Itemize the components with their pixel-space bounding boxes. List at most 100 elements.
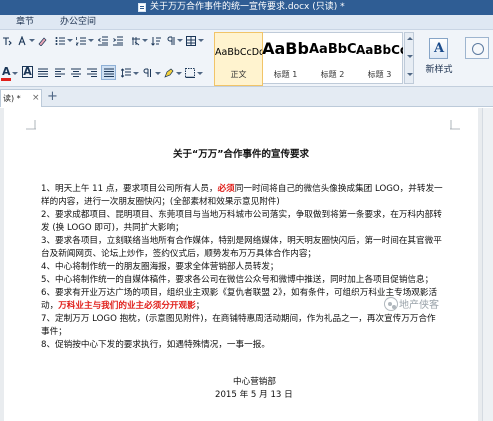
style-gallery: AaBbCcDd 正文 AaBb 标题 1 AaBbC 标题 2 AaBbCc …: [214, 32, 403, 86]
chinese-layout-dropdown-icon[interactable]: [142, 38, 148, 43]
document-page[interactable]: 关于“万万”合作事件的宣传要求 1、明天上午 11 点，要求项目公司所有人员，必…: [4, 108, 478, 421]
line-text: 样的内容，进行一次朋友圈快闪；(全部素材和效果示意见附件): [41, 197, 280, 207]
gallery-expand-icon[interactable]: [407, 73, 413, 76]
document-line: 6、要求有开业万达广场的项目，组织业主观影《复仇者联盟 2》，如有条件，可组织万…: [41, 287, 437, 299]
document-line: 动，万科业主与我们的业主必须分开观影；: [41, 300, 204, 312]
text-direction-icon[interactable]: [2, 36, 12, 46]
align-justify-icon[interactable]: [38, 68, 48, 78]
line-text: 8、促销按中心下发的要求执行，如遇特殊情况，一事一报。: [41, 340, 270, 350]
ribbon-toolbar: A A AaBbCcDd 正文 AaBb 标题 1 AaBbC 标题 2 AaB…: [0, 30, 493, 87]
numbered-list-icon[interactable]: [76, 36, 86, 46]
show-marks-dropdown-icon[interactable]: [177, 38, 183, 43]
new-style-icon: [429, 38, 448, 59]
style-heading-3-sample: AaBbCc: [356, 43, 403, 57]
font-color-dropdown-icon[interactable]: [12, 71, 18, 76]
style-heading-3-name: 标题 3: [367, 70, 392, 79]
border-icon[interactable]: [185, 68, 195, 78]
new-style-label: 新样式: [425, 65, 453, 75]
align-right-icon[interactable]: [87, 68, 97, 78]
line-text: 3、要求各项目，立刻联络当地所有合作媒体，特别是网络媒体，明天明友圈快闪后，第一…: [41, 236, 442, 246]
document-tab-label: 读) *: [3, 94, 21, 103]
tab-chapter[interactable]: 章节: [16, 16, 34, 29]
new-tab-button[interactable]: +: [47, 90, 58, 104]
line-text: 2、要求成都项目、昆明项目、东莞项目与当地万科城市公司落实，争取做到将第一条要求…: [41, 210, 442, 220]
style-heading-3[interactable]: AaBbCc 标题 3: [356, 33, 403, 85]
align-center-icon[interactable]: [71, 68, 81, 78]
vertical-scrollbar[interactable]: [482, 108, 493, 421]
change-case-icon[interactable]: [18, 36, 28, 46]
align-left-icon[interactable]: [55, 68, 65, 78]
line-text: 台及新闻网页、论坛上炒作，签约仪式后，顺势发布万万具体合作内容；: [41, 249, 317, 259]
scroll-down-icon[interactable]: [407, 55, 413, 58]
bullet-list-dropdown-icon[interactable]: [67, 38, 73, 43]
document-line: 5、中心将制作统一的自媒体稿件，要求各公司在微信公众号和微博中推送，同时加上各项…: [41, 274, 433, 286]
line-text: 事件；: [41, 327, 67, 337]
window-title: 关于万万合作事件的统一宣传要求.docx (只读) *: [150, 2, 345, 12]
new-style-button[interactable]: 新样式: [419, 38, 457, 84]
scroll-up-icon[interactable]: [407, 37, 413, 40]
paragraph-dropdown-icon[interactable]: [155, 71, 161, 76]
highlight-dropdown-icon[interactable]: [176, 71, 182, 76]
style-heading-1-sample: AaBb: [262, 39, 309, 58]
line-spacing-dropdown-icon[interactable]: [133, 71, 139, 76]
document-line: 8、促销按中心下发的要求执行，如遇特殊情况，一事一报。: [41, 339, 270, 351]
watermark-text: 地产侠客: [399, 300, 439, 311]
line-text: 4、中心将制作统一的朋友圈海报，要求全体营销部人员转发；: [41, 262, 279, 272]
paragraph-icon[interactable]: [143, 68, 153, 78]
tab-office-space[interactable]: 办公空间: [60, 16, 96, 29]
chinese-layout-icon[interactable]: [131, 36, 141, 46]
character-border-button[interactable]: A: [22, 66, 33, 78]
document-title: 关于“万万”合作事件的宣传要求: [173, 149, 309, 160]
font-color-swatch: [1, 78, 11, 81]
document-line: 3、要求各项目，立刻联络当地所有合作媒体，特别是网络媒体，明天明友圈快闪后，第一…: [41, 235, 442, 247]
document-tab[interactable]: 读) * ×: [0, 89, 42, 107]
line-text: 6、要求有开业万达广场的项目，组织业主观影《复仇者联盟 2》，如有条件，可组织万…: [41, 288, 438, 298]
close-tab-icon[interactable]: ×: [32, 93, 40, 104]
emphasis-text: 必须: [217, 184, 235, 194]
document-icon: [138, 3, 146, 12]
font-color-letter: A: [2, 65, 11, 78]
line-text: 同一时间将自己的微信头像换成集团 LOGO，并转发一: [234, 184, 443, 194]
style-normal[interactable]: AaBbCcDd 正文: [214, 32, 263, 86]
table-icon[interactable]: [186, 36, 196, 46]
bullet-list-icon[interactable]: [55, 36, 65, 46]
document-tab-bar: 读) * × +: [0, 87, 493, 107]
increase-indent-icon[interactable]: [113, 36, 123, 46]
document-line: 发 (换 LOGO 即可)，共同扩大影响；: [41, 222, 184, 234]
style-normal-sample: AaBbCcDd: [215, 47, 262, 58]
style-heading-2-name: 标题 2: [320, 70, 345, 79]
document-line: 2、要求成都项目、昆明项目、东莞项目与当地万科城市公司落实，争取做到将第一条要求…: [41, 209, 442, 221]
style-heading-2[interactable]: AaBbC 标题 2: [309, 33, 356, 85]
wechat-icon: [384, 297, 398, 311]
find-replace-icon[interactable]: [465, 37, 489, 59]
highlight-icon[interactable]: [164, 68, 174, 78]
document-body: 关于“万万”合作事件的宣传要求 1、明天上午 11 点，要求项目公司所有人员，必…: [4, 108, 478, 421]
change-case-dropdown-icon[interactable]: [29, 38, 35, 43]
table-dropdown-icon[interactable]: [198, 38, 204, 43]
document-canvas: 关于“万万”合作事件的宣传要求 1、明天上午 11 点，要求项目公司所有人员，必…: [0, 108, 493, 421]
sort-icon[interactable]: [151, 36, 161, 46]
title-bar: 关于万万合作事件的统一宣传要求.docx (只读) *: [0, 0, 493, 15]
document-line: 台及新闻网页、论坛上炒作，签约仪式后，顺势发布万万具体合作内容；: [41, 248, 316, 260]
style-gallery-scroll[interactable]: [404, 32, 414, 84]
align-distributed-icon: [104, 68, 114, 77]
decrease-indent-icon[interactable]: [98, 36, 108, 46]
clear-format-icon[interactable]: [37, 36, 47, 46]
menu-bar: 章节 办公空间: [0, 15, 493, 30]
line-text: 7、定制万万 LOGO 抱枕，(示意图见附件)，在商铺特惠周活动期间，作为礼品之…: [41, 314, 436, 324]
style-heading-2-sample: AaBbC: [309, 42, 356, 57]
style-heading-1[interactable]: AaBb 标题 1: [262, 33, 309, 85]
line-text: 5、中心将制作统一的自媒体稿件，要求各公司在微信公众号和微博中推送，同时加上各项…: [41, 275, 434, 285]
style-heading-1-name: 标题 1: [273, 70, 298, 79]
line-spacing-icon[interactable]: [121, 68, 131, 78]
font-color-button[interactable]: A: [2, 66, 11, 77]
line-text: ；: [195, 301, 205, 311]
document-line: 事件；: [41, 326, 67, 338]
numbered-list-dropdown-icon[interactable]: [88, 38, 94, 43]
border-dropdown-icon[interactable]: [197, 71, 203, 76]
document-line: 7、定制万万 LOGO 抱枕，(示意图见附件)，在商铺特惠周活动期间，作为礼品之…: [41, 313, 436, 325]
line-text: 发 (换 LOGO 即可)，共同扩大影响；: [41, 223, 184, 233]
show-marks-icon[interactable]: [166, 36, 176, 46]
line-text: 动，: [41, 301, 59, 311]
character-border-letter: A: [23, 65, 32, 78]
